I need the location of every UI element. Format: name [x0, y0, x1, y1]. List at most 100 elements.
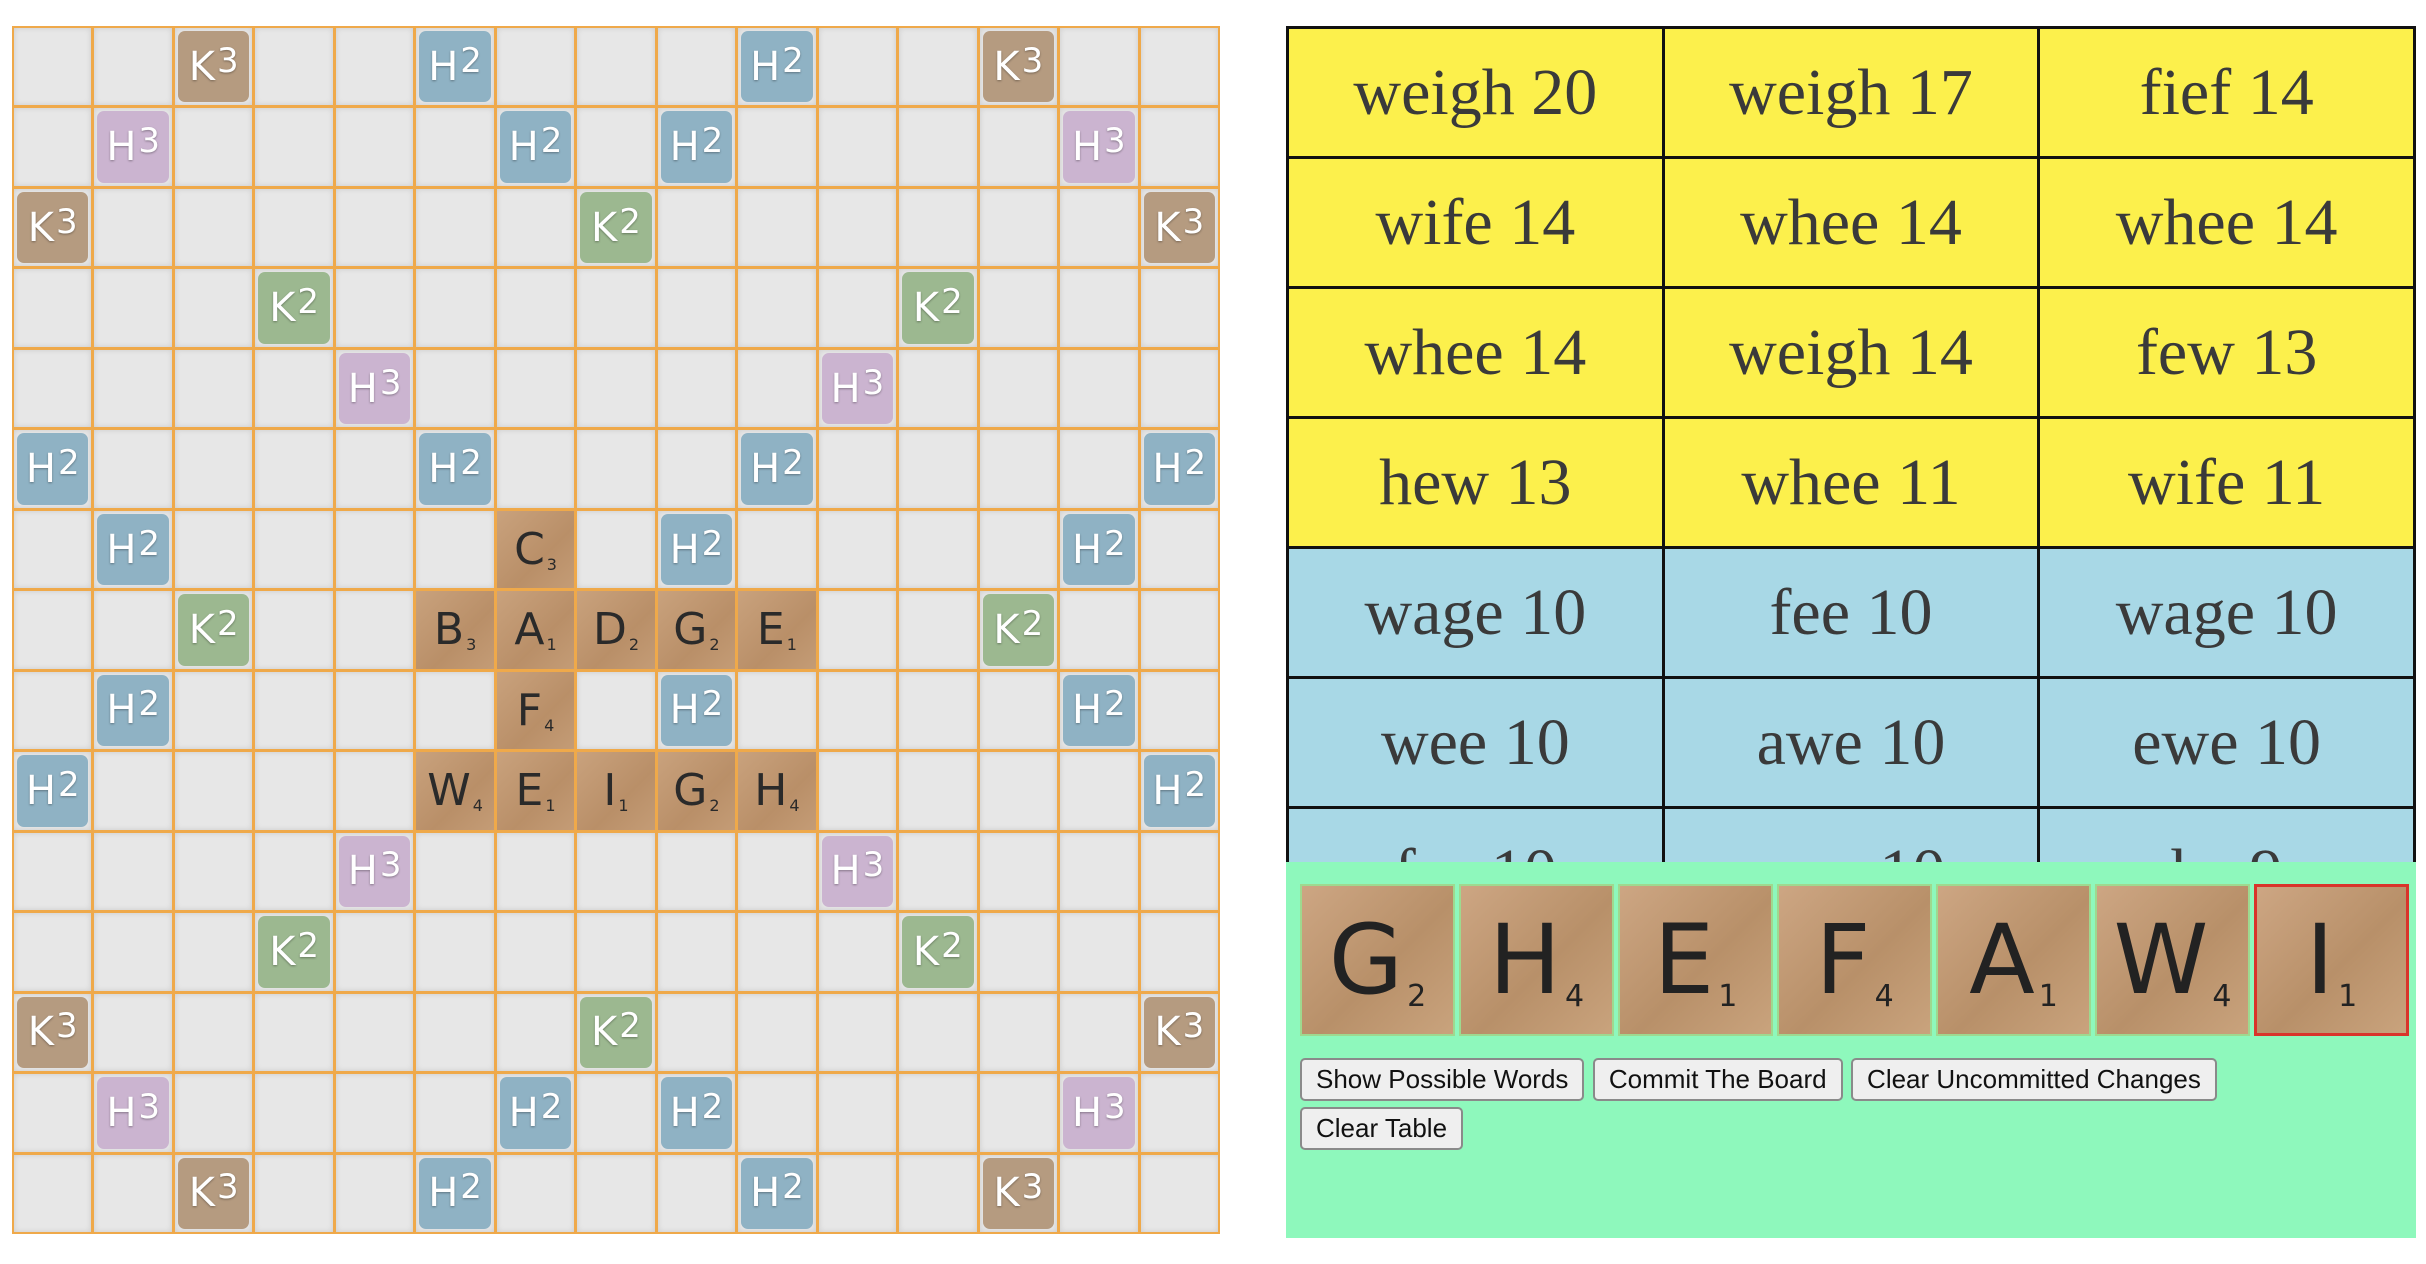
word-cell[interactable]: weigh 14 [1661, 286, 2041, 419]
board-cell[interactable] [979, 188, 1058, 267]
board-cell[interactable] [94, 188, 172, 267]
board-cell[interactable] [1060, 1154, 1138, 1232]
board-cell[interactable] [1060, 188, 1138, 267]
board-cell[interactable] [14, 913, 92, 991]
board-cell[interactable] [255, 28, 333, 106]
board-cell[interactable]: E1 [738, 591, 816, 669]
board-cell[interactable] [335, 269, 414, 347]
board-cell[interactable]: H2 [94, 510, 172, 589]
board-cell[interactable]: H2 [1140, 430, 1218, 508]
board-cell[interactable] [335, 510, 414, 589]
board-cell[interactable]: K2 [899, 913, 977, 991]
board-cell[interactable] [818, 188, 897, 267]
rack-tile[interactable]: F4 [1777, 884, 1932, 1036]
board-cell[interactable] [496, 1154, 575, 1232]
board-cell[interactable] [738, 1074, 816, 1152]
board-cell[interactable] [416, 832, 494, 911]
board-cell[interactable] [577, 671, 655, 750]
board-cell[interactable] [1140, 913, 1218, 991]
board-cell[interactable] [657, 832, 736, 911]
word-cell[interactable]: few 13 [2037, 286, 2416, 419]
board-cell[interactable] [979, 1074, 1058, 1152]
board-cell[interactable]: H2 [416, 28, 494, 106]
board-cell[interactable]: K3 [174, 28, 253, 106]
board-cell[interactable] [577, 349, 655, 428]
board-cell[interactable] [335, 752, 414, 830]
board-cell[interactable] [335, 913, 414, 991]
board-cell[interactable] [979, 108, 1058, 186]
board-tile[interactable]: D2 [577, 591, 655, 669]
board-cell[interactable] [738, 349, 816, 428]
board-cell[interactable] [899, 108, 977, 186]
board-cell[interactable] [899, 510, 977, 589]
board-cell[interactable] [657, 430, 736, 508]
word-cell[interactable]: he 9 [2037, 806, 2416, 862]
board-cell[interactable]: H3 [818, 832, 897, 911]
board-cell[interactable] [1060, 752, 1138, 830]
clear-table-button[interactable]: Clear Table [1300, 1107, 1464, 1150]
board-cell[interactable]: H3 [1060, 1074, 1138, 1152]
board-cell[interactable]: G2 [657, 752, 736, 830]
board-cell[interactable] [255, 993, 333, 1072]
board-cell[interactable]: A1 [496, 591, 575, 669]
board-cell[interactable] [577, 108, 655, 186]
board-cell[interactable] [577, 913, 655, 991]
board-cell[interactable] [496, 188, 575, 267]
board-cell[interactable] [1060, 993, 1138, 1072]
board-cell[interactable] [738, 913, 816, 991]
board-cell[interactable] [979, 269, 1058, 347]
board-cell[interactable]: H2 [738, 430, 816, 508]
board-cell[interactable] [174, 671, 253, 750]
board-cell[interactable]: H3 [335, 349, 414, 428]
board-cell[interactable] [255, 591, 333, 669]
board-cell[interactable]: K3 [174, 1154, 253, 1232]
board-cell[interactable]: H3 [818, 349, 897, 428]
board-cell[interactable] [14, 671, 92, 750]
word-cell[interactable]: fief 14 [2037, 26, 2416, 159]
rack-tile[interactable]: H4 [1459, 884, 1614, 1036]
board-cell[interactable] [335, 591, 414, 669]
board-cell[interactable] [1060, 28, 1138, 106]
board-cell[interactable] [416, 269, 494, 347]
rack-tile[interactable]: E1 [1618, 884, 1773, 1036]
board-cell[interactable]: H2 [1060, 671, 1138, 750]
show-possible-words-button[interactable]: Show Possible Words [1300, 1058, 1585, 1101]
board-cell[interactable] [174, 108, 253, 186]
board-cell[interactable] [818, 430, 897, 508]
board-cell[interactable] [416, 913, 494, 991]
board-cell[interactable] [94, 591, 172, 669]
board-cell[interactable] [1140, 269, 1218, 347]
rack-tile[interactable]: W4 [2095, 884, 2250, 1036]
board-cell[interactable]: W4 [416, 752, 494, 830]
board-cell[interactable] [1140, 1074, 1218, 1152]
board-cell[interactable] [818, 913, 897, 991]
board-cell[interactable]: H2 [14, 752, 92, 830]
board-cell[interactable] [14, 1154, 92, 1232]
board-cell[interactable] [657, 993, 736, 1072]
board-cell[interactable] [1060, 832, 1138, 911]
board-cell[interactable] [1140, 28, 1218, 106]
board-cell[interactable] [1140, 108, 1218, 186]
board-cell[interactable]: H4 [738, 752, 816, 830]
board-cell[interactable]: K3 [14, 188, 92, 267]
board-cell[interactable] [899, 349, 977, 428]
board-cell[interactable]: K2 [577, 188, 655, 267]
word-cell[interactable]: weigh 20 [1286, 26, 1665, 159]
board-cell[interactable] [1140, 671, 1218, 750]
board-cell[interactable] [255, 752, 333, 830]
board-cell[interactable] [979, 430, 1058, 508]
board-cell[interactable]: I1 [577, 752, 655, 830]
board-cell[interactable] [94, 28, 172, 106]
board-cell[interactable] [979, 993, 1058, 1072]
rack-tile[interactable]: G2 [1300, 884, 1455, 1036]
board-cell[interactable]: H2 [738, 1154, 816, 1232]
board-tile[interactable]: I1 [577, 752, 655, 830]
board-cell[interactable] [335, 1074, 414, 1152]
board-cell[interactable] [577, 832, 655, 911]
board-tile[interactable]: F4 [496, 671, 575, 750]
board-cell[interactable]: H2 [1060, 510, 1138, 589]
board-cell[interactable] [496, 430, 575, 508]
board-cell[interactable] [1060, 269, 1138, 347]
board-cell[interactable] [657, 28, 736, 106]
board-cell[interactable] [416, 108, 494, 186]
